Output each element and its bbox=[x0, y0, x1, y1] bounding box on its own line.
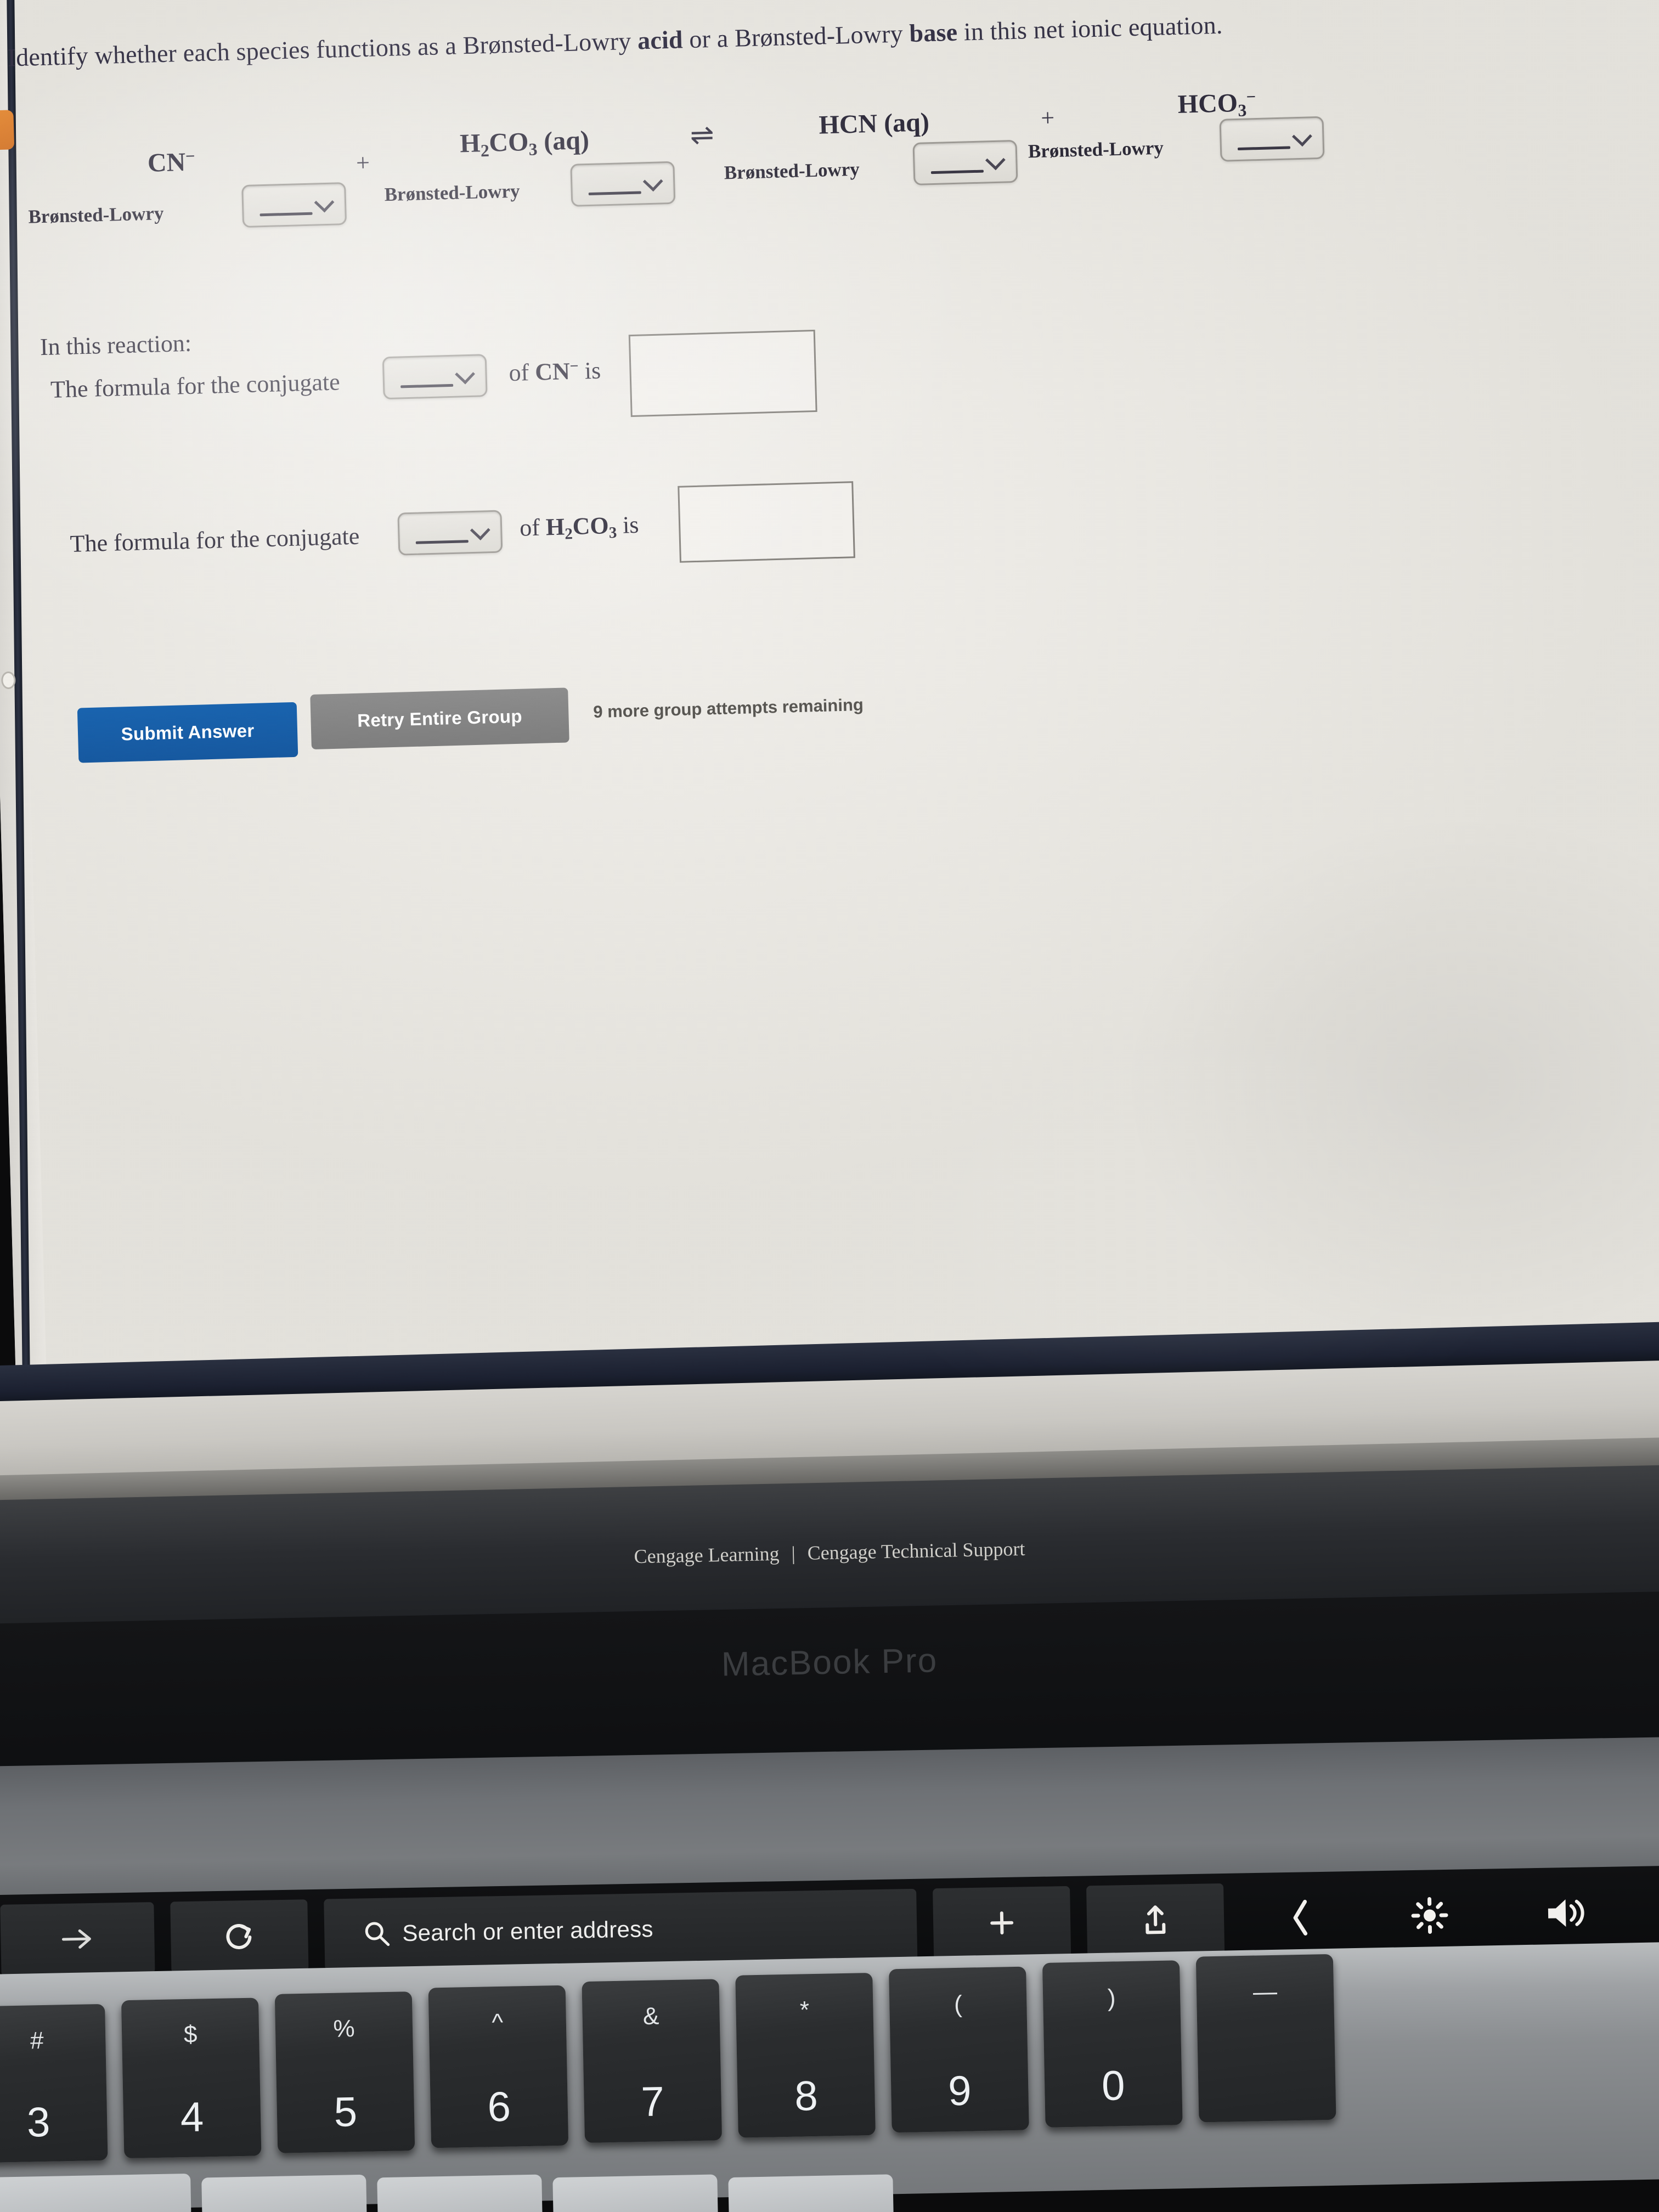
dropdown-species-3[interactable] bbox=[912, 139, 1018, 185]
touchbar-share-button[interactable] bbox=[1086, 1883, 1225, 1957]
key-9-symbol: ( bbox=[953, 1990, 963, 2018]
dropdown-species-2[interactable] bbox=[570, 161, 676, 207]
chevron-down-icon bbox=[314, 192, 335, 213]
key-5-number: 5 bbox=[333, 2089, 358, 2136]
prompt-bold-base: base bbox=[909, 18, 958, 48]
key-7-number: 7 bbox=[640, 2078, 665, 2125]
equation-species-4: HCO3− bbox=[1177, 87, 1256, 120]
touchbar-search-placeholder: Search or enter address bbox=[402, 1916, 654, 1946]
touchbar-new-tab-button[interactable] bbox=[933, 1886, 1071, 1960]
key-3-number: 3 bbox=[26, 2098, 51, 2146]
dropdown-conjugate-1[interactable] bbox=[382, 354, 488, 400]
key-hyphen-symbol: — bbox=[1252, 1978, 1278, 2006]
key-row-lower-5[interactable] bbox=[728, 2174, 894, 2212]
key-4-symbol: $ bbox=[183, 2021, 198, 2049]
key-4-number: 4 bbox=[180, 2094, 205, 2141]
bl-label-4: Brønsted-Lowry bbox=[1028, 137, 1164, 162]
conjugate-row-2-prefix: The formula for the conjugate bbox=[70, 522, 360, 557]
brightness-icon bbox=[1411, 1897, 1448, 1934]
forward-arrow-icon bbox=[61, 1929, 91, 1949]
key-3[interactable]: # 3 bbox=[0, 2004, 108, 2163]
key-5[interactable]: % 5 bbox=[274, 1991, 415, 2153]
key-row-lower-2[interactable] bbox=[201, 2174, 367, 2212]
key-6-symbol: ^ bbox=[492, 2008, 504, 2036]
prompt-bold-acid: acid bbox=[637, 25, 684, 55]
equation-species-2: H2CO3 (aq) bbox=[459, 125, 590, 161]
chevron-left-icon bbox=[1293, 1899, 1308, 1936]
search-icon bbox=[365, 1922, 390, 1946]
reaction-heading: In this reaction: bbox=[40, 329, 192, 361]
key-0[interactable]: ) 0 bbox=[1042, 1960, 1183, 2128]
laptop-keyboard: # 3 $ 4 % 5 ^ 6 & 7 * 8 ( 9 ) 0 — bbox=[0, 1941, 1659, 2212]
key-4[interactable]: $ 4 bbox=[121, 1997, 262, 2159]
chevron-down-icon bbox=[642, 171, 663, 192]
chevron-down-icon bbox=[470, 520, 490, 540]
key-8[interactable]: * 8 bbox=[735, 1972, 876, 2138]
key-7[interactable]: & 7 bbox=[582, 1979, 723, 2143]
footer-technical-support-link[interactable]: Cengage Technical Support bbox=[807, 1537, 1025, 1565]
key-row-lower-3[interactable] bbox=[377, 2174, 543, 2212]
key-3-symbol: # bbox=[30, 2027, 44, 2055]
footer-separator: | bbox=[791, 1542, 796, 1565]
dropdown-placeholder-dash-3 bbox=[931, 170, 984, 174]
chevron-down-icon bbox=[455, 364, 476, 385]
share-icon bbox=[1146, 1905, 1166, 1934]
key-8-number: 8 bbox=[794, 2073, 819, 2120]
equation-species-1: CN− bbox=[147, 146, 195, 178]
plus-icon bbox=[990, 1911, 1014, 1935]
prompt-part-1: Identify whether each species functions … bbox=[7, 26, 638, 72]
key-8-symbol: * bbox=[799, 1996, 810, 2024]
key-7-symbol: & bbox=[642, 2002, 659, 2030]
key-5-symbol: % bbox=[332, 2015, 356, 2042]
footer-cengage-learning-link[interactable]: Cengage Learning bbox=[634, 1542, 780, 1568]
touchbar-volume-button[interactable] bbox=[1503, 1876, 1630, 1950]
conjugate-row-1-prefix: The formula for the conjugate bbox=[50, 368, 341, 403]
bl-label-2: Brønsted-Lowry bbox=[384, 180, 521, 206]
touchbar-brightness-button[interactable] bbox=[1369, 1879, 1491, 1953]
equation-equilibrium-arrow: ⇌ bbox=[690, 119, 715, 151]
dropdown-conjugate-2[interactable] bbox=[397, 510, 503, 556]
dropdown-placeholder-dash-5 bbox=[400, 383, 454, 388]
conjugate-row-2-suffix: of H2CO3 is bbox=[519, 511, 640, 543]
chevron-down-icon bbox=[985, 150, 1006, 171]
attempts-remaining-text: 9 more group attempts remaining bbox=[592, 695, 864, 722]
dropdown-placeholder-dash-4 bbox=[1238, 146, 1291, 150]
key-0-symbol: ) bbox=[1107, 1984, 1116, 2012]
key-9-number: 9 bbox=[947, 2067, 972, 2115]
reload-icon bbox=[226, 1924, 252, 1949]
key-9[interactable]: ( 9 bbox=[889, 1966, 1029, 2133]
chevron-down-icon bbox=[1292, 126, 1312, 147]
prompt-part-2: or a Brønsted-Lowry bbox=[682, 19, 910, 54]
page-title: Identify whether each species functions … bbox=[7, 10, 1223, 72]
equation-plus-1: + bbox=[356, 149, 370, 177]
conjugate-row-1-suffix: of CN− is bbox=[508, 357, 601, 387]
key-0-number: 0 bbox=[1101, 2062, 1126, 2109]
bl-label-1: Brønsted-Lowry bbox=[28, 202, 164, 228]
dropdown-species-1[interactable] bbox=[241, 182, 347, 228]
volume-icon bbox=[1548, 1899, 1584, 1927]
submit-answer-button[interactable]: Submit Answer bbox=[77, 702, 298, 763]
browser-page: Identify whether each species functions … bbox=[0, 0, 1659, 1404]
bl-label-3: Brønsted-Lowry bbox=[724, 158, 860, 184]
dropdown-placeholder-dash-1 bbox=[259, 212, 313, 216]
touchbar-back-button[interactable] bbox=[1240, 1881, 1362, 1955]
touchbar-reload-button[interactable] bbox=[170, 1899, 309, 1973]
key-6[interactable]: ^ 6 bbox=[428, 1985, 569, 2148]
answer-input-conjugate-1[interactable] bbox=[628, 329, 817, 417]
dropdown-species-4[interactable] bbox=[1219, 116, 1325, 162]
answer-input-conjugate-2[interactable] bbox=[678, 481, 855, 563]
photograph-of-laptop-screen: Identify whether each species functions … bbox=[0, 0, 1659, 2212]
touchbar-forward-button[interactable] bbox=[0, 1902, 155, 1976]
retry-entire-group-button[interactable]: Retry Entire Group bbox=[310, 687, 569, 750]
dropdown-placeholder-dash-2 bbox=[589, 191, 641, 195]
equation-plus-2: + bbox=[1040, 104, 1055, 132]
net-ionic-equation: CN− + Brønsted-Lowry H2CO3 (aq) ⇌ Brønst… bbox=[14, 77, 1385, 228]
equation-species-3: HCN (aq) bbox=[818, 108, 930, 140]
prompt-part-3: in this net ionic equation. bbox=[957, 10, 1223, 46]
dropdown-placeholder-dash-6 bbox=[416, 539, 469, 544]
key-row-lower-1[interactable] bbox=[0, 2173, 191, 2212]
key-hyphen[interactable]: — bbox=[1195, 1954, 1336, 2123]
key-row-lower-4[interactable] bbox=[552, 2174, 718, 2212]
key-6-number: 6 bbox=[487, 2083, 511, 2131]
